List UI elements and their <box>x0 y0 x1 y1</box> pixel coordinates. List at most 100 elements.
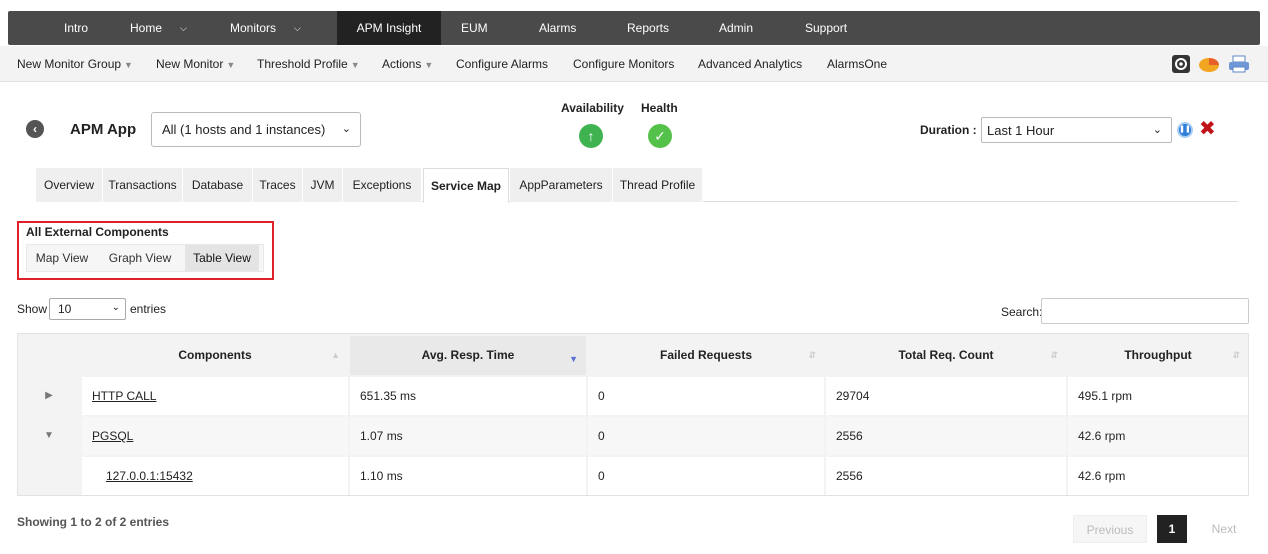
graph-view-tab[interactable]: Graph View <box>97 245 183 271</box>
actions-menu[interactable]: Actions ▼ <box>382 57 433 71</box>
print-icon[interactable] <box>1228 54 1249 74</box>
tab-transactions[interactable]: Transactions <box>103 168 183 202</box>
nav-reports-label: Reports <box>627 21 670 35</box>
monitor-tabs: Overview Transactions Database Traces JV… <box>36 168 1238 203</box>
nav-intro[interactable]: Intro <box>64 11 88 45</box>
throughput-cell: 42.6 rpm <box>1068 457 1248 495</box>
nav-home[interactable]: Home ⌵ <box>130 11 187 45</box>
expand-column-header <box>18 336 80 375</box>
nav-support[interactable]: Support <box>805 11 847 45</box>
column-header-avg-resp-time[interactable]: Avg. Resp. Time ▼ <box>350 336 586 375</box>
configure-alarms-link[interactable]: Configure Alarms <box>456 57 548 71</box>
nav-eum[interactable]: EUM <box>461 11 488 45</box>
tab-database[interactable]: Database <box>183 168 253 202</box>
column-header-label: Components <box>178 348 252 362</box>
next-page-button[interactable]: Next <box>1200 515 1248 543</box>
column-header-total-req-count[interactable]: Total Req. Count ⇵ <box>826 336 1066 375</box>
component-cell: 127.0.0.1:15432 <box>82 457 348 495</box>
component-cell: HTTP CALL <box>82 377 348 415</box>
avg-resp-cell: 1.10 ms <box>350 457 586 495</box>
show-label: Show <box>17 302 48 316</box>
new-monitor-group-label: New Monitor Group <box>17 57 122 71</box>
tab-exceptions[interactable]: Exceptions <box>343 168 422 202</box>
avg-resp-cell: 651.35 ms <box>350 377 586 415</box>
table-row: ▶ HTTP CALL 651.35 ms 0 29704 495.1 rpm <box>18 377 1248 415</box>
sort-desc-icon: ▼ <box>569 354 578 364</box>
collapse-row-icon[interactable]: ▼ <box>18 417 80 455</box>
caret-down-icon: ▼ <box>424 60 434 70</box>
duration-select[interactable]: Last 1 Hour ⌄ <box>981 117 1172 143</box>
nav-monitors[interactable]: Monitors ⌵ <box>230 11 301 45</box>
component-link[interactable]: PGSQL <box>92 429 133 443</box>
duration-label: Duration : <box>920 123 977 137</box>
search-input[interactable] <box>1041 298 1249 324</box>
throughput-cell: 42.6 rpm <box>1068 417 1248 455</box>
previous-page-button[interactable]: Previous <box>1073 515 1147 543</box>
new-monitor-group-menu[interactable]: New Monitor Group ▼ <box>17 57 133 71</box>
chevron-down-icon: ⌄ <box>1152 124 1162 136</box>
sort-icon: ▲ <box>331 350 340 360</box>
failed-cell: 0 <box>588 417 824 455</box>
column-header-failed-requests[interactable]: Failed Requests ⇵ <box>588 336 824 375</box>
entries-value: 10 <box>58 302 72 316</box>
nav-eum-label: EUM <box>461 21 488 35</box>
threshold-profile-menu[interactable]: Threshold Profile ▼ <box>257 57 360 71</box>
tab-overview[interactable]: Overview <box>36 168 103 202</box>
pause-icon[interactable]: ❚❚ <box>1177 122 1193 138</box>
component-link[interactable]: HTTP CALL <box>92 389 156 403</box>
component-cell: PGSQL <box>82 417 348 455</box>
external-components-title: All External Components <box>26 225 169 239</box>
total-cell: 2556 <box>826 417 1066 455</box>
actions-label: Actions <box>382 57 422 71</box>
tab-jvm[interactable]: JVM <box>303 168 343 202</box>
chevron-down-icon: ⌵ <box>180 22 187 33</box>
sort-icon: ⇵ <box>1050 350 1058 360</box>
nav-reports[interactable]: Reports <box>627 11 669 45</box>
expand-row-icon[interactable]: ▶ <box>18 377 80 415</box>
app-title: APM App <box>70 121 137 138</box>
configure-monitors-link[interactable]: Configure Monitors <box>573 57 674 71</box>
tab-appparameters[interactable]: AppParameters <box>510 168 613 202</box>
column-header-throughput[interactable]: Throughput ⇵ <box>1068 336 1248 375</box>
search-label: Search: <box>1001 305 1043 319</box>
entries-per-page-select[interactable]: 10 ⌄ <box>49 298 126 320</box>
nav-intro-label: Intro <box>64 21 89 35</box>
table-view-tab[interactable]: Table View <box>185 245 259 271</box>
new-monitor-menu[interactable]: New Monitor ▼ <box>156 57 235 71</box>
map-view-tab[interactable]: Map View <box>27 245 97 271</box>
nav-apm-insight-label: APM Insight <box>356 21 422 35</box>
tab-service-map[interactable]: Service Map <box>423 168 509 203</box>
close-icon[interactable]: ✖ <box>1199 119 1216 139</box>
page-1-button[interactable]: 1 <box>1157 515 1187 543</box>
health-check-icon[interactable]: ✓ <box>648 124 672 148</box>
external-components-panel: All External Components Map View Graph V… <box>17 221 274 280</box>
table-info: Showing 1 to 2 of 2 entries <box>17 515 170 529</box>
nav-alarms[interactable]: Alarms <box>539 11 576 45</box>
nav-admin[interactable]: Admin <box>719 11 753 45</box>
chevron-down-icon: ⌄ <box>111 302 120 313</box>
settings-icon[interactable] <box>1171 54 1191 74</box>
column-header-components[interactable]: Components ▲ <box>82 336 348 375</box>
host-instance-select[interactable]: All (1 hosts and 1 instances) ⌄ <box>151 112 361 147</box>
total-cell: 29704 <box>826 377 1066 415</box>
components-table: Components ▲ Avg. Resp. Time ▼ Failed Requ… <box>17 333 1249 496</box>
component-link[interactable]: 127.0.0.1:15432 <box>106 469 193 483</box>
nav-monitors-label: Monitors <box>230 21 277 35</box>
row-indent <box>18 457 80 495</box>
host-select-value: All (1 hosts and 1 instances) <box>162 122 326 137</box>
advanced-analytics-link[interactable]: Advanced Analytics <box>698 57 802 71</box>
nav-alarms-label: Alarms <box>539 21 577 35</box>
sort-icon: ⇵ <box>1232 350 1240 360</box>
chevron-down-icon: ⌄ <box>341 123 351 135</box>
sub-nav: New Monitor Group ▼ New Monitor ▼ Threshol… <box>0 46 1268 82</box>
back-icon[interactable]: ‹ <box>26 120 44 138</box>
tab-thread-profile[interactable]: Thread Profile <box>613 168 703 202</box>
pie-chart-icon[interactable] <box>1198 54 1219 74</box>
nav-admin-label: Admin <box>719 21 754 35</box>
availability-up-icon[interactable]: ↑ <box>579 124 603 148</box>
alarmsone-link[interactable]: AlarmsOne <box>827 57 887 71</box>
availability-label: Availability <box>561 101 624 115</box>
tab-traces[interactable]: Traces <box>253 168 303 202</box>
chevron-down-icon: ⌵ <box>294 22 301 33</box>
nav-apm-insight[interactable]: APM Insight <box>337 11 441 45</box>
